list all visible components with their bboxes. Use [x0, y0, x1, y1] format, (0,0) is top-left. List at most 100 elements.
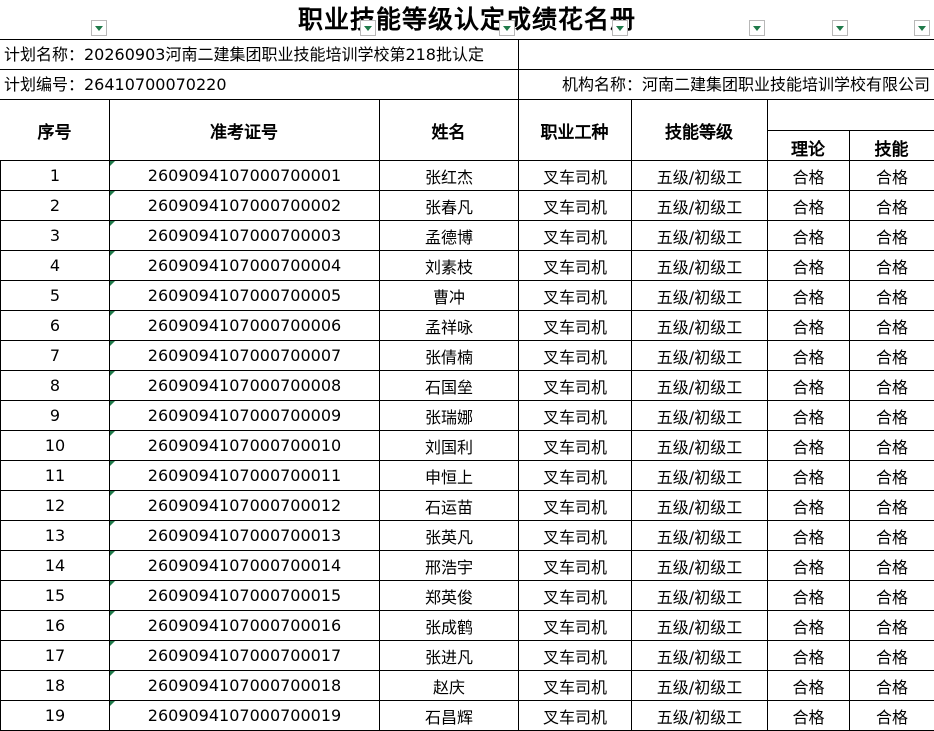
seq-cell[interactable]: 14 — [0, 550, 110, 581]
theory-cell[interactable]: 合格 — [767, 430, 850, 461]
header-seq[interactable]: 序号 — [0, 118, 109, 143]
job-cell[interactable]: 叉车司机 — [518, 190, 632, 221]
seq-cell[interactable]: 4 — [0, 250, 110, 281]
job-cell[interactable]: 叉车司机 — [518, 490, 632, 521]
level-cell[interactable]: 五级/初级工 — [631, 640, 768, 671]
skill-cell[interactable]: 合格 — [849, 550, 934, 581]
org-name-cell[interactable]: 机构名称：河南二建集团职业技能培训学校有限公司 — [562, 70, 930, 99]
exam-id-cell[interactable]: 2609094107000700007 — [109, 340, 380, 371]
name-cell[interactable]: 张成鹤 — [379, 610, 519, 641]
exam-id-cell[interactable]: 2609094107000700019 — [109, 700, 380, 731]
header-skill[interactable]: 技能 — [849, 135, 934, 160]
name-cell[interactable]: 郑英俊 — [379, 580, 519, 611]
theory-cell[interactable]: 合格 — [767, 520, 850, 551]
level-cell[interactable]: 五级/初级工 — [631, 340, 768, 371]
theory-cell[interactable]: 合格 — [767, 340, 850, 371]
level-cell[interactable]: 五级/初级工 — [631, 520, 768, 551]
exam-id-cell[interactable]: 2609094107000700009 — [109, 400, 380, 431]
job-cell[interactable]: 叉车司机 — [518, 520, 632, 551]
exam-id-cell[interactable]: 2609094107000700016 — [109, 610, 380, 641]
seq-cell[interactable]: 17 — [0, 640, 110, 671]
job-cell[interactable]: 叉车司机 — [518, 400, 632, 431]
exam-id-cell[interactable]: 2609094107000700015 — [109, 580, 380, 611]
exam-id-cell[interactable]: 2609094107000700018 — [109, 670, 380, 701]
job-cell[interactable]: 叉车司机 — [518, 310, 632, 341]
theory-cell[interactable]: 合格 — [767, 400, 850, 431]
exam-id-cell[interactable]: 2609094107000700013 — [109, 520, 380, 551]
seq-cell[interactable]: 18 — [0, 670, 110, 701]
skill-cell[interactable]: 合格 — [849, 580, 934, 611]
theory-cell[interactable]: 合格 — [767, 310, 850, 341]
skill-cell[interactable]: 合格 — [849, 190, 934, 221]
seq-cell[interactable]: 1 — [0, 160, 110, 191]
level-cell[interactable]: 五级/初级工 — [631, 610, 768, 641]
skill-cell[interactable]: 合格 — [849, 370, 934, 401]
seq-cell[interactable]: 7 — [0, 340, 110, 371]
level-cell[interactable]: 五级/初级工 — [631, 190, 768, 221]
job-cell[interactable]: 叉车司机 — [518, 460, 632, 491]
filter-dropdown-icon[interactable] — [360, 20, 376, 36]
theory-cell[interactable]: 合格 — [767, 700, 850, 731]
level-cell[interactable]: 五级/初级工 — [631, 550, 768, 581]
job-cell[interactable]: 叉车司机 — [518, 640, 632, 671]
exam-id-cell[interactable]: 2609094107000700005 — [109, 280, 380, 311]
theory-cell[interactable]: 合格 — [767, 580, 850, 611]
filter-dropdown-icon[interactable] — [832, 20, 848, 36]
seq-cell[interactable]: 5 — [0, 280, 110, 311]
exam-id-cell[interactable]: 2609094107000700014 — [109, 550, 380, 581]
seq-cell[interactable]: 12 — [0, 490, 110, 521]
theory-cell[interactable]: 合格 — [767, 220, 850, 251]
skill-cell[interactable]: 合格 — [849, 490, 934, 521]
theory-cell[interactable]: 合格 — [767, 190, 850, 221]
job-cell[interactable]: 叉车司机 — [518, 220, 632, 251]
level-cell[interactable]: 五级/初级工 — [631, 310, 768, 341]
seq-cell[interactable]: 10 — [0, 430, 110, 461]
theory-cell[interactable]: 合格 — [767, 370, 850, 401]
name-cell[interactable]: 张英凡 — [379, 520, 519, 551]
skill-cell[interactable]: 合格 — [849, 160, 934, 191]
job-cell[interactable]: 叉车司机 — [518, 280, 632, 311]
filter-dropdown-icon[interactable] — [91, 20, 107, 36]
plan-code-cell[interactable]: 计划编号：26410700070220 — [4, 70, 227, 99]
level-cell[interactable]: 五级/初级工 — [631, 220, 768, 251]
theory-cell[interactable]: 合格 — [767, 280, 850, 311]
job-cell[interactable]: 叉车司机 — [518, 430, 632, 461]
name-cell[interactable]: 张倩楠 — [379, 340, 519, 371]
theory-cell[interactable]: 合格 — [767, 160, 850, 191]
exam-id-cell[interactable]: 2609094107000700012 — [109, 490, 380, 521]
skill-cell[interactable]: 合格 — [849, 310, 934, 341]
name-cell[interactable]: 张进凡 — [379, 640, 519, 671]
skill-cell[interactable]: 合格 — [849, 280, 934, 311]
skill-cell[interactable]: 合格 — [849, 250, 934, 281]
level-cell[interactable]: 五级/初级工 — [631, 580, 768, 611]
exam-id-cell[interactable]: 2609094107000700006 — [109, 310, 380, 341]
name-cell[interactable]: 孟祥咏 — [379, 310, 519, 341]
name-cell[interactable]: 曹冲 — [379, 280, 519, 311]
name-cell[interactable]: 张红杰 — [379, 160, 519, 191]
name-cell[interactable]: 石国垒 — [379, 370, 519, 401]
name-cell[interactable]: 邢浩宇 — [379, 550, 519, 581]
name-cell[interactable]: 石运苗 — [379, 490, 519, 521]
exam-id-cell[interactable]: 2609094107000700017 — [109, 640, 380, 671]
level-cell[interactable]: 五级/初级工 — [631, 670, 768, 701]
exam-id-cell[interactable]: 2609094107000700011 — [109, 460, 380, 491]
filter-dropdown-icon[interactable] — [499, 20, 515, 36]
skill-cell[interactable]: 合格 — [849, 460, 934, 491]
name-cell[interactable]: 张春凡 — [379, 190, 519, 221]
exam-id-cell[interactable]: 2609094107000700008 — [109, 370, 380, 401]
theory-cell[interactable]: 合格 — [767, 610, 850, 641]
skill-cell[interactable]: 合格 — [849, 430, 934, 461]
sheet-title[interactable]: 职业技能等级认定成绩花名册 — [0, 2, 934, 38]
job-cell[interactable]: 叉车司机 — [518, 700, 632, 731]
level-cell[interactable]: 五级/初级工 — [631, 160, 768, 191]
name-cell[interactable]: 申恒上 — [379, 460, 519, 491]
level-cell[interactable]: 五级/初级工 — [631, 400, 768, 431]
seq-cell[interactable]: 6 — [0, 310, 110, 341]
theory-cell[interactable]: 合格 — [767, 640, 850, 671]
seq-cell[interactable]: 13 — [0, 520, 110, 551]
seq-cell[interactable]: 3 — [0, 220, 110, 251]
skill-cell[interactable]: 合格 — [849, 340, 934, 371]
level-cell[interactable]: 五级/初级工 — [631, 430, 768, 461]
skill-cell[interactable]: 合格 — [849, 640, 934, 671]
theory-cell[interactable]: 合格 — [767, 550, 850, 581]
